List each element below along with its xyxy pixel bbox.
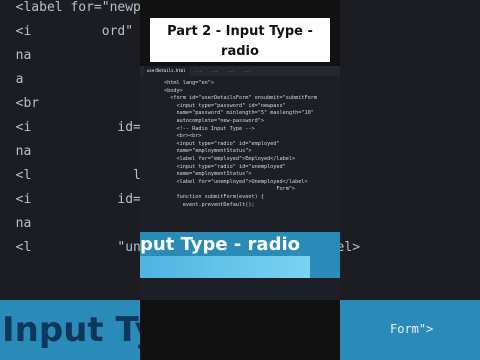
line-number xyxy=(140,171,164,179)
line-number xyxy=(140,103,164,111)
line-number xyxy=(140,95,164,103)
code-line: Form"> xyxy=(140,186,340,194)
line-number xyxy=(140,194,164,202)
code-line: <label for="employed">Employed</label> xyxy=(140,156,340,164)
line-number xyxy=(140,179,164,187)
line-number xyxy=(140,202,164,210)
line-number xyxy=(140,148,164,156)
code-text: name="employmentStatus"> xyxy=(164,148,252,155)
code-area: <html lang="en"> <body> <form id="userDet… xyxy=(140,76,340,209)
line-number xyxy=(140,186,164,194)
code-line: <form id="userDetailsForm" onsubmit="sub… xyxy=(140,95,340,103)
code-line: <body> xyxy=(140,88,340,96)
code-text: event.preventDefault(); xyxy=(164,201,255,208)
topic-banner-highlight xyxy=(140,256,310,278)
code-line: <input type="radio" id="unemployed" xyxy=(140,164,340,172)
code-text: <body> xyxy=(164,87,183,94)
code-line: <input type="radio" id="employed" xyxy=(140,141,340,149)
code-text: <br><br> xyxy=(164,133,202,140)
code-line: name="employmentStatus"> xyxy=(140,148,340,156)
code-line: function submitForm(event) { xyxy=(140,194,340,202)
code-text: <input type="password" id="newpass" xyxy=(164,102,286,109)
editor-tab[interactable]: ... xyxy=(240,66,253,76)
line-number xyxy=(140,141,164,149)
code-text: autocomplete="new-password"> xyxy=(164,117,264,124)
line-number xyxy=(140,156,164,164)
editor-tab[interactable]: ... xyxy=(224,66,237,76)
code-line: <!-- Radio Input Type --> xyxy=(140,126,340,134)
line-number xyxy=(140,164,164,172)
video-title-line1: Part 2 - Input Type - radio xyxy=(167,24,313,59)
line-number xyxy=(140,110,164,118)
line-number xyxy=(140,88,164,96)
editor-tab[interactable]: userDetails.html xyxy=(144,66,189,76)
code-line: <label for="unemployed">Unemployed</labe… xyxy=(140,179,340,187)
code-text: <label for="unemployed">Unemployed</labe… xyxy=(164,178,308,185)
line-number xyxy=(140,126,164,134)
code-line: autocomplete="new-password"> xyxy=(140,118,340,126)
line-number xyxy=(140,80,164,88)
code-line: <input type="password" id="newpass" xyxy=(140,103,340,111)
code-text: <html lang="en"> xyxy=(164,80,214,86)
code-line: name="password" minlength="5" maxlength=… xyxy=(140,110,340,118)
code-text: function submitForm(event) { xyxy=(164,193,264,200)
editor-tab-bar: userDetails.html............ xyxy=(140,66,340,76)
line-number xyxy=(140,133,164,141)
code-text: <form id="userDetailsForm" onsubmit="sub… xyxy=(164,95,318,102)
code-text: name="password" minlength="5" maxlength=… xyxy=(164,110,314,117)
editor-tab[interactable]: ... xyxy=(208,66,221,76)
code-line: <br><br> xyxy=(140,133,340,141)
code-text: name="employmentStatus"> xyxy=(164,171,252,178)
topic-banner-text: put Type - radio xyxy=(140,234,300,255)
code-text: <input type="radio" id="employed" xyxy=(164,140,280,147)
code-text: <input type="radio" id="unemployed" xyxy=(164,163,286,170)
video-title: Part 2 - Input Type - radio value Attrib… xyxy=(150,18,330,79)
code-text: <!-- Radio Input Type --> xyxy=(164,125,255,132)
editor-tab[interactable]: ... xyxy=(192,66,205,76)
background-banner-tail: Form"> xyxy=(390,322,434,336)
code-text: Form"> xyxy=(164,186,296,193)
code-line: <html lang="en"> xyxy=(140,80,340,88)
code-line: event.preventDefault(); xyxy=(140,202,340,210)
code-line: name="employmentStatus"> xyxy=(140,171,340,179)
line-number xyxy=(140,118,164,126)
code-text: <label for="employed">Employed</label> xyxy=(164,155,296,162)
